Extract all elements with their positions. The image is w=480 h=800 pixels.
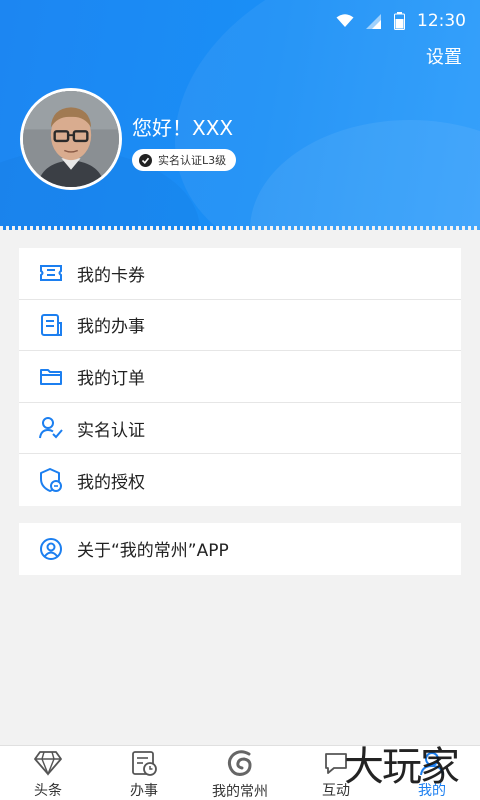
watermark: 大玩家 <box>344 744 460 790</box>
menu-item-about[interactable]: 关于“我的常州”APP <box>19 523 461 575</box>
avatar[interactable] <box>20 88 122 190</box>
menu-item-affairs[interactable]: 我的办事 <box>19 300 461 352</box>
swirl-logo-icon <box>225 748 255 778</box>
person-circle-icon <box>38 536 64 562</box>
battery-icon <box>394 12 405 30</box>
folder-icon <box>38 363 64 389</box>
menu-item-label: 我的办事 <box>77 317 145 338</box>
menu-item-label: 我的卡券 <box>77 265 145 286</box>
check-icon <box>139 153 152 167</box>
menu-card: 我的卡券 我的办事 我的订单 实名认证 我的授权 <box>19 248 461 506</box>
greeting-text: 您好！XXX <box>132 116 234 140</box>
tab-my-changzhou[interactable]: 我的常州 <box>192 746 288 800</box>
wifi-icon <box>336 14 354 28</box>
verification-badge: 实名认证L3级 <box>132 149 237 171</box>
shield-icon <box>38 467 64 493</box>
menu-item-label: 我的授权 <box>77 472 145 493</box>
signal-icon <box>366 13 382 29</box>
menu-item-label: 我的订单 <box>77 368 145 389</box>
status-bar: 12:30 <box>336 10 466 32</box>
about-card: 关于“我的常州”APP <box>19 523 461 575</box>
diamond-icon <box>33 748 63 777</box>
tab-label: 头条 <box>34 783 62 799</box>
calendar-clock-icon <box>130 748 158 777</box>
document-icon <box>38 312 64 338</box>
settings-button[interactable]: 设置 <box>426 43 462 69</box>
tab-label: 办事 <box>130 783 158 799</box>
tab-label: 我的常州 <box>212 784 268 800</box>
status-time: 12:30 <box>417 11 466 31</box>
ticket-icon <box>38 260 64 286</box>
menu-item-authorization[interactable]: 我的授权 <box>19 454 461 506</box>
menu-item-coupons[interactable]: 我的卡券 <box>19 248 461 300</box>
tab-headlines[interactable]: 头条 <box>0 746 96 800</box>
about-label: 关于“我的常州”APP <box>77 541 229 562</box>
menu-item-label: 实名认证 <box>77 420 145 441</box>
tab-services[interactable]: 办事 <box>96 746 192 800</box>
menu-item-real-name[interactable]: 实名认证 <box>19 403 461 455</box>
profile-header: 12:30 设置 您好！XXX 实名认证L3级 <box>0 0 480 230</box>
menu-item-orders[interactable]: 我的订单 <box>19 351 461 403</box>
user-verified-icon <box>38 415 64 441</box>
verification-badge-label: 实名认证L3级 <box>158 154 227 167</box>
